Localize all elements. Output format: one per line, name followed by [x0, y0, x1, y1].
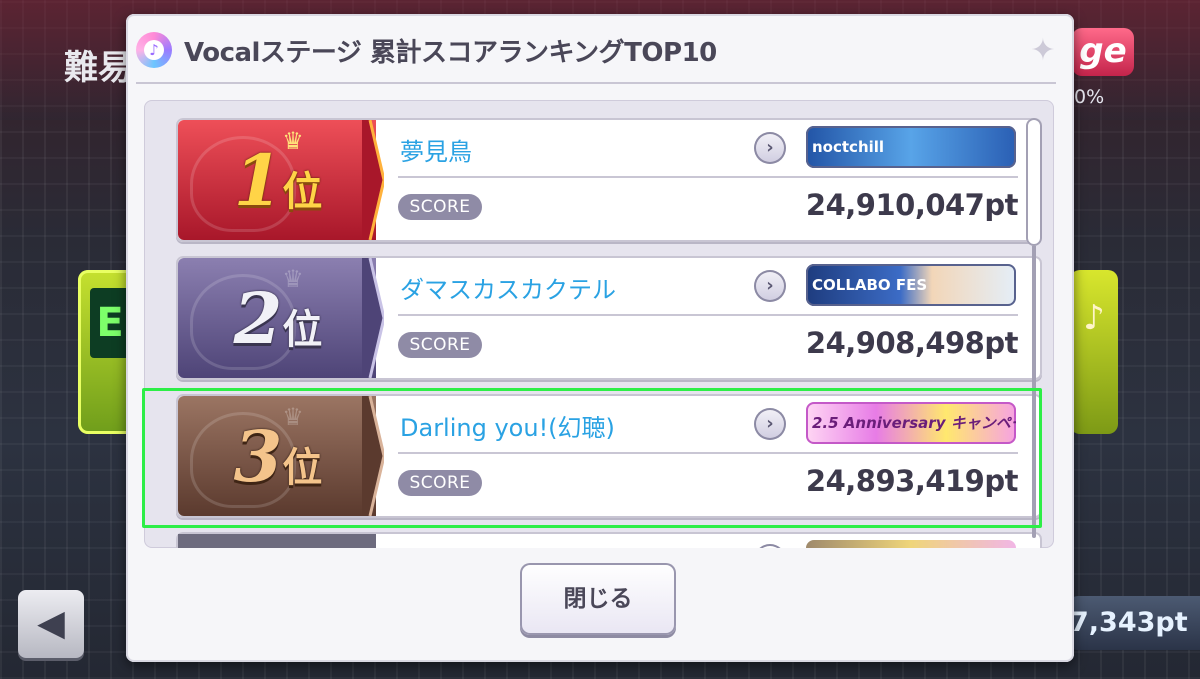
row-divider [398, 314, 1018, 316]
ranking-dialog: ♪ Vocalステージ 累計スコアランキングTOP10 ✦ ♛ 1位 夢見鳥 ›… [126, 14, 1074, 662]
ranking-row[interactable]: ♛ 2位 ダマスカスカクテル › COLLABO FES SCORE 24,90… [176, 256, 1042, 380]
dialog-title: Vocalステージ 累計スコアランキングTOP10 [184, 38, 717, 68]
score-label: SCORE [398, 194, 482, 220]
chevron-right-icon: › [766, 275, 774, 296]
score-value: 24,910,047pt [805, 188, 1019, 222]
background-score: 7,343pt [1068, 596, 1200, 650]
selection-highlight [142, 388, 1042, 528]
song-detail-button[interactable] [754, 544, 786, 548]
stage-logo: ge [1072, 28, 1134, 76]
rank-number: 2位 [233, 277, 323, 360]
rank-badge-silver: ♛ 2位 [178, 258, 376, 378]
sparkle-icon: ✦ [1030, 33, 1056, 68]
back-button[interactable]: ◀ [18, 590, 84, 658]
left-card-letter: E [90, 288, 130, 358]
rank-badge-gold: ♛ 1位 [178, 120, 376, 240]
rank-badge [178, 534, 376, 548]
score-value: 24,908,498pt [805, 326, 1019, 360]
music-note-icon: ♪ [1083, 298, 1105, 338]
song-title[interactable]: 夢見鳥 [400, 132, 472, 167]
ranking-row[interactable] [176, 532, 1042, 548]
event-banner[interactable]: COLLABO FES [806, 264, 1016, 306]
rank-number: 1位 [233, 139, 323, 222]
arrow-left-icon: ◀ [37, 603, 65, 644]
vocal-stage-icon: ♪ [136, 32, 172, 68]
scrollbar-thumb[interactable] [1026, 118, 1042, 246]
right-stage-card: ♪ [1070, 270, 1118, 434]
badge-arrow [362, 120, 384, 240]
score-label: SCORE [398, 332, 482, 358]
dialog-header: ♪ Vocalステージ 累計スコアランキングTOP10 ✦ [136, 26, 1056, 84]
difficulty-label: 難易 [64, 48, 132, 88]
ranking-row[interactable]: ♛ 1位 夢見鳥 › noctchill SCORE 24,910,047pt [176, 118, 1042, 242]
badge-arrow [362, 258, 384, 378]
chevron-right-icon: › [766, 137, 774, 158]
song-title[interactable]: ダマスカスカクテル [400, 270, 616, 305]
song-detail-button[interactable]: › [754, 132, 786, 164]
close-button[interactable]: 閉じる [520, 563, 676, 635]
event-banner[interactable]: noctchill [806, 126, 1016, 168]
row-divider [398, 176, 1018, 178]
percent-readout: 0% [1074, 86, 1105, 108]
event-banner[interactable] [806, 540, 1016, 548]
song-detail-button[interactable]: › [754, 270, 786, 302]
